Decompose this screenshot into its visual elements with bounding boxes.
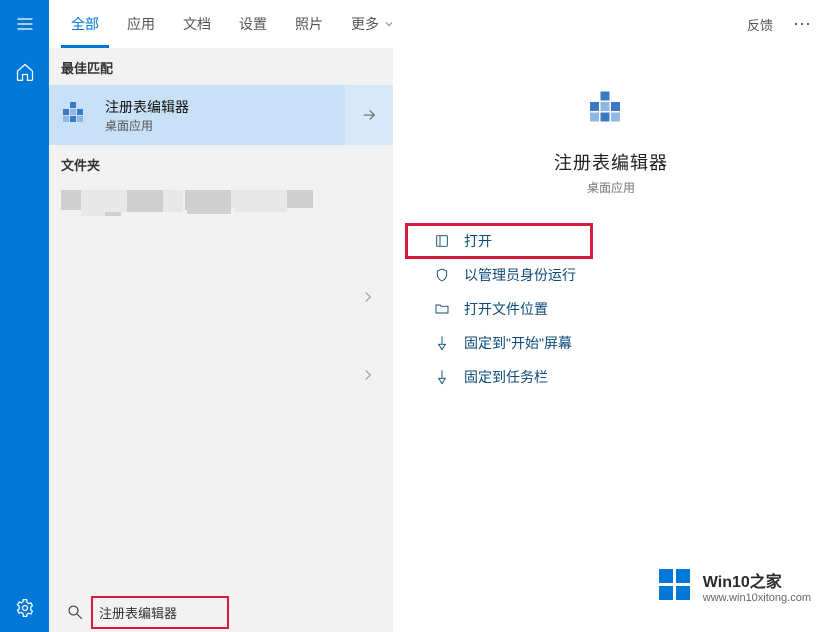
action-open-location[interactable]: 打开文件位置 [406, 292, 816, 326]
regedit-icon [49, 85, 105, 145]
action-open[interactable]: 打开 [406, 224, 592, 258]
expand-arrow-icon[interactable] [345, 85, 393, 145]
action-pin-start[interactable]: 固定到"开始"屏幕 [406, 326, 816, 360]
action-pin-taskbar[interactable]: 固定到任务栏 [406, 360, 816, 394]
chevron-right-icon[interactable] [359, 288, 377, 306]
detail-title: 注册表编辑器 [554, 149, 668, 175]
open-icon [434, 233, 450, 249]
best-match-subtitle: 桌面应用 [105, 117, 345, 134]
tab-more[interactable]: 更多 [341, 0, 405, 48]
tab-docs[interactable]: 文档 [173, 0, 221, 48]
search-input[interactable]: 注册表编辑器 [91, 596, 229, 629]
tab-apps[interactable]: 应用 [117, 0, 165, 48]
tab-settings[interactable]: 设置 [229, 0, 277, 48]
tab-all[interactable]: 全部 [61, 0, 109, 48]
tab-bar: 全部 应用 文档 设置 照片 更多 反馈 ⋯ [49, 0, 829, 48]
shield-icon [434, 267, 450, 283]
hamburger-icon[interactable] [0, 0, 49, 48]
more-options-icon[interactable]: ⋯ [785, 14, 821, 35]
search-bar: 注册表编辑器 [49, 592, 829, 632]
results-column: 最佳匹配 [49, 48, 393, 632]
search-icon[interactable] [59, 603, 91, 621]
home-icon[interactable] [0, 48, 49, 96]
detail-subtitle: 桌面应用 [587, 179, 635, 196]
detail-column: 注册表编辑器 桌面应用 打开 以管理员身份运行 [393, 48, 829, 632]
best-match-item[interactable]: 注册表编辑器 桌面应用 [49, 85, 393, 145]
folder-header: 文件夹 [49, 145, 393, 182]
pin-icon [434, 369, 450, 385]
redacted-results [49, 182, 393, 632]
best-match-title: 注册表编辑器 [105, 97, 345, 117]
tab-photos[interactable]: 照片 [285, 0, 333, 48]
chevron-right-icon[interactable] [359, 366, 377, 384]
best-match-header: 最佳匹配 [49, 48, 393, 85]
feedback-link[interactable]: 反馈 [739, 15, 781, 34]
gear-icon[interactable] [0, 584, 49, 632]
pin-icon [434, 335, 450, 351]
left-rail [0, 0, 49, 632]
folder-icon [434, 301, 450, 317]
regedit-large-icon [587, 87, 635, 135]
watermark-title: Win10之家 [703, 568, 811, 592]
action-run-admin[interactable]: 以管理员身份运行 [406, 258, 816, 292]
